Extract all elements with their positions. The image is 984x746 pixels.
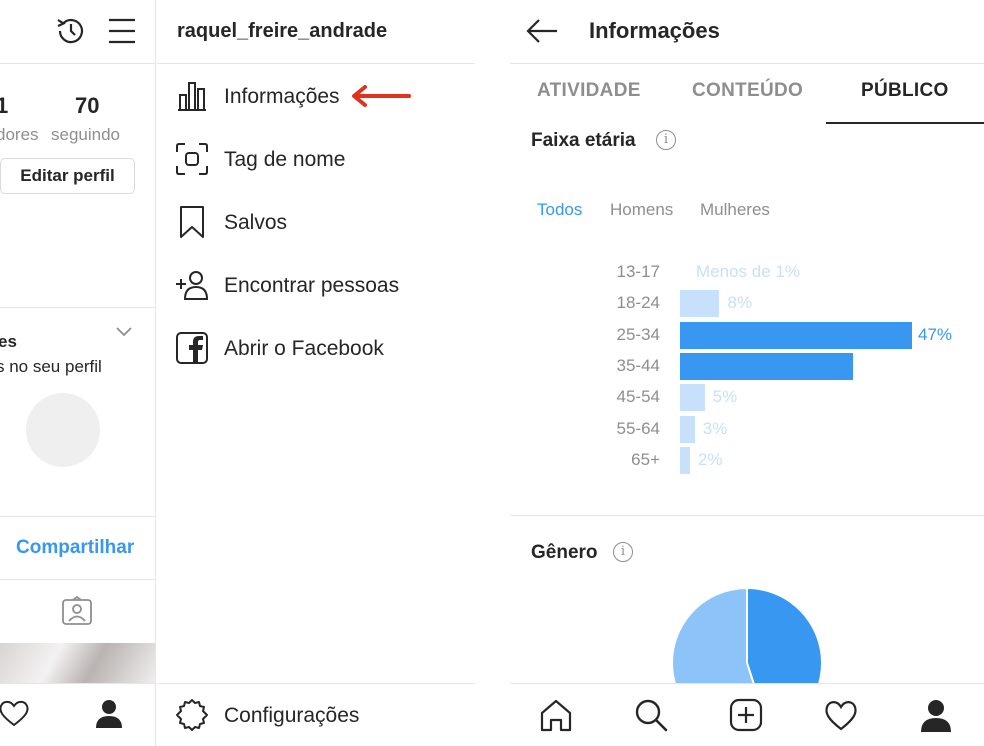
age-category-label: 25-34	[616, 324, 660, 344]
menu-item-label: Informações	[224, 85, 340, 108]
menu-item-salvos[interactable]: Salvos	[157, 197, 475, 247]
divider	[510, 63, 984, 64]
age-value-label: 3%	[702, 418, 728, 438]
menu-item-label: Tag de nome	[224, 148, 346, 171]
age-category-label: 35-44	[616, 355, 660, 375]
age-bar	[680, 321, 912, 349]
edit-profile-button[interactable]: Editar perfil	[0, 158, 135, 194]
age-category-label: 55-64	[616, 418, 660, 438]
info-icon[interactable]: i	[613, 542, 633, 562]
red-arrow-annotation	[352, 85, 411, 107]
gender-section-title: Gênero	[531, 542, 598, 563]
divider	[0, 516, 155, 517]
age-bar	[680, 446, 690, 474]
divider	[0, 579, 155, 580]
following-label[interactable]: seguindo	[51, 125, 120, 145]
followers-count: 1	[0, 93, 8, 119]
section-title: es	[0, 332, 17, 351]
profile-panel: 1 dores 70 seguindo Editar perfil es s n…	[0, 0, 156, 746]
info-icon[interactable]: i	[656, 130, 676, 150]
menu-item-tag-de-nome[interactable]: Tag de nome	[157, 134, 475, 184]
divider	[157, 683, 475, 684]
age-category-label: 18-24	[616, 293, 660, 313]
filter-homens[interactable]: Homens	[610, 200, 673, 220]
age-category-label: 13-17	[616, 262, 660, 281]
divider	[510, 515, 984, 516]
tab-conteudo[interactable]: CONTEÚDO	[692, 80, 803, 102]
archive-icon[interactable]	[54, 14, 88, 48]
following-count[interactable]: 70	[75, 93, 99, 119]
menu-item-label: Salvos	[224, 211, 288, 234]
age-value-label: Menos de 1%	[696, 262, 800, 281]
age-value-label: 8%	[727, 293, 753, 313]
bookmark-icon	[180, 206, 204, 238]
add-person-icon	[176, 271, 209, 300]
section-subtitle: s no seu perfil	[0, 357, 102, 376]
menu-item-label: Abrir o Facebook	[224, 337, 384, 360]
side-menu: raquel_freire_andrade Informações Tag de…	[157, 0, 475, 746]
home-icon[interactable]	[538, 697, 574, 733]
profile-icon[interactable]	[93, 697, 125, 729]
age-value-label: 47%	[918, 324, 953, 344]
facebook-icon	[176, 332, 208, 364]
insights-screen: Informações ATIVIDADE CONTEÚDO PÚBLICO F…	[510, 0, 984, 746]
filter-mulheres[interactable]: Mulheres	[700, 200, 770, 220]
age-bar	[680, 415, 695, 443]
menu-item-abrir-facebook[interactable]: Abrir o Facebook	[157, 323, 475, 373]
hamburger-menu-icon[interactable]	[108, 17, 136, 45]
nametag-icon	[176, 143, 208, 175]
age-category-label: 45-54	[616, 387, 660, 407]
tab-publico[interactable]: PÚBLICO	[861, 80, 949, 102]
avatar-placeholder	[26, 393, 100, 467]
menu-item-label: Encontrar pessoas	[224, 274, 400, 297]
menu-item-encontrar-pessoas[interactable]: Encontrar pessoas	[157, 260, 475, 310]
settings-gear-icon	[176, 699, 208, 731]
heart-icon[interactable]	[823, 697, 859, 733]
age-category-label: 65+	[631, 449, 660, 469]
share-button[interactable]: Compartilhar	[16, 537, 134, 559]
age-value-label: 35%	[800, 355, 835, 375]
heart-icon[interactable]	[0, 698, 30, 728]
page-title: Informações	[589, 18, 720, 43]
panel-gap	[475, 0, 510, 746]
bottom-nav	[510, 683, 984, 746]
photo-thumbnail[interactable]	[0, 643, 155, 683]
age-value-label: 5%	[712, 387, 738, 407]
search-icon[interactable]	[633, 697, 669, 733]
tagged-photos-icon[interactable]	[61, 596, 93, 626]
new-post-icon[interactable]	[728, 697, 764, 733]
followers-label: dores	[0, 125, 39, 144]
age-value-label: 2%	[697, 449, 723, 469]
divider	[0, 683, 155, 684]
divider	[0, 63, 155, 64]
filter-todos[interactable]: Todos	[537, 200, 582, 220]
age-section-title: Faixa etária	[531, 130, 636, 151]
back-arrow-icon[interactable]	[526, 18, 558, 44]
profile-icon[interactable]	[918, 697, 954, 733]
active-tab-indicator	[826, 122, 984, 124]
menu-username: raquel_freire_andrade	[177, 20, 388, 42]
divider	[0, 307, 155, 308]
menu-item-configuracoes[interactable]: Configurações	[157, 690, 475, 740]
menu-item-informacoes[interactable]: Informações	[157, 71, 475, 121]
tab-atividade[interactable]: ATIVIDADE	[537, 80, 641, 102]
bar-chart-icon	[178, 82, 206, 111]
age-bar	[680, 384, 705, 412]
divider	[157, 63, 475, 64]
age-bar	[680, 290, 720, 318]
chevron-down-icon[interactable]	[116, 326, 132, 338]
menu-item-label: Configurações	[224, 704, 360, 727]
